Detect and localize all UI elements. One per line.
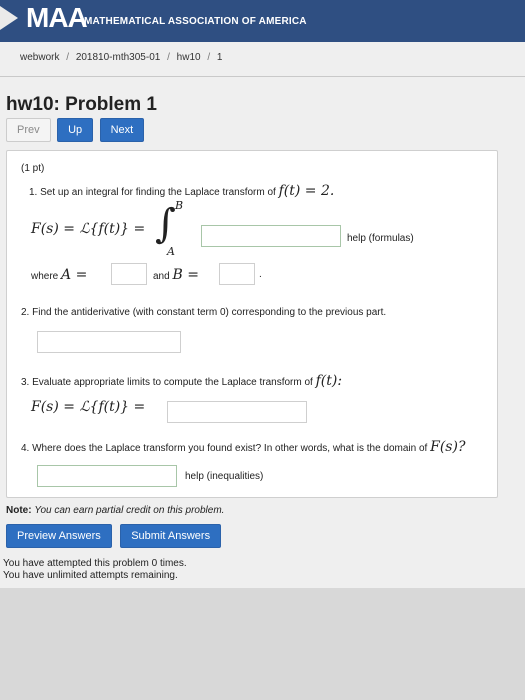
site-header: MAA MATHEMATICAL ASSOCIATION OF AMERICA	[0, 0, 525, 42]
question-2-text: 2. Find the antiderivative (with constan…	[21, 307, 387, 318]
note-text: You can earn partial credit on this prob…	[34, 505, 225, 516]
submit-answers-button[interactable]: Submit Answers	[120, 524, 222, 548]
question-4-text: 4. Where does the Laplace transform you …	[21, 439, 465, 455]
site-logo[interactable]: MAA	[26, 2, 88, 34]
b-equals-label: B =	[172, 267, 199, 283]
preview-answers-button[interactable]: Preview Answers	[6, 524, 112, 548]
problem-navigation: Prev Up Next	[6, 118, 146, 142]
period-mark: .	[259, 269, 262, 280]
attempts-status: You have attempted this problem 0 times.	[3, 558, 187, 569]
help-formulas-link[interactable]: help (formulas)	[347, 233, 414, 244]
page-title: hw10: Problem 1	[6, 94, 157, 115]
laplace-transform-input[interactable]	[167, 401, 307, 423]
header-divider	[0, 76, 525, 77]
a-equals-label: A =	[61, 267, 88, 283]
domain-input[interactable]	[37, 465, 177, 487]
help-inequalities-link[interactable]: help (inequalities)	[185, 471, 263, 482]
laplace-lhs-3: F(s) = ℒ{f(t)} =	[31, 399, 146, 415]
breadcrumb-separator: /	[66, 52, 70, 63]
laplace-lhs-1: F(s) = ℒ{f(t)} =	[31, 221, 146, 237]
breadcrumb-course[interactable]: 201810-mth305-01	[76, 52, 161, 63]
and-b-label: and B =	[153, 267, 199, 283]
lower-limit-a-input[interactable]	[111, 263, 147, 285]
question-3-function: f(t):	[315, 373, 343, 389]
logo-arrow-icon	[0, 6, 18, 30]
integral-upper-limit: B	[175, 199, 184, 212]
question-1-text: 1. Set up an integral for finding the La…	[29, 183, 334, 199]
antiderivative-input[interactable]	[37, 331, 181, 353]
question-1-function: f(t) = 2.	[278, 183, 335, 199]
question-3-text: 3. Evaluate appropriate limits to comput…	[21, 373, 342, 389]
upper-limit-b-input[interactable]	[219, 263, 255, 285]
question-4-function: F(s)?	[430, 439, 466, 455]
partial-credit-note: Note: You can earn partial credit on thi…	[6, 505, 224, 516]
integral-sign-icon: ∫	[155, 201, 176, 247]
organization-name: MATHEMATICAL ASSOCIATION OF AMERICA	[84, 16, 307, 27]
where-label: where	[31, 271, 59, 282]
question-1-label: 1. Set up an integral for finding the La…	[29, 187, 276, 198]
where-a-label: where A =	[31, 267, 87, 283]
attempts-remaining: You have unlimited attempts remaining.	[3, 570, 178, 581]
question-4-label: 4. Where does the Laplace transform you …	[21, 443, 428, 454]
breadcrumb-separator: /	[167, 52, 170, 63]
breadcrumb-set[interactable]: hw10	[177, 52, 201, 63]
breadcrumb-separator: /	[207, 52, 211, 63]
next-button[interactable]: Next	[99, 118, 145, 142]
breadcrumb-webwork[interactable]: webwork	[20, 52, 59, 63]
integrand-input[interactable]	[201, 225, 341, 247]
problem-panel: (1 pt) 1. Set up an integral for finding…	[6, 150, 498, 498]
problem-points: (1 pt)	[21, 163, 45, 174]
breadcrumb-problem: 1	[216, 52, 223, 63]
integral-lower-limit: A	[167, 245, 175, 258]
question-3-label: 3. Evaluate appropriate limits to comput…	[21, 377, 313, 388]
answer-actions: Preview Answers Submit Answers	[6, 524, 225, 548]
breadcrumb: webwork / 201810-mth305-01 / hw10 / 1	[20, 52, 226, 63]
prev-button[interactable]: Prev	[6, 118, 51, 142]
note-label: Note:	[6, 505, 32, 516]
up-button[interactable]: Up	[57, 118, 94, 142]
and-label: and	[153, 271, 170, 282]
